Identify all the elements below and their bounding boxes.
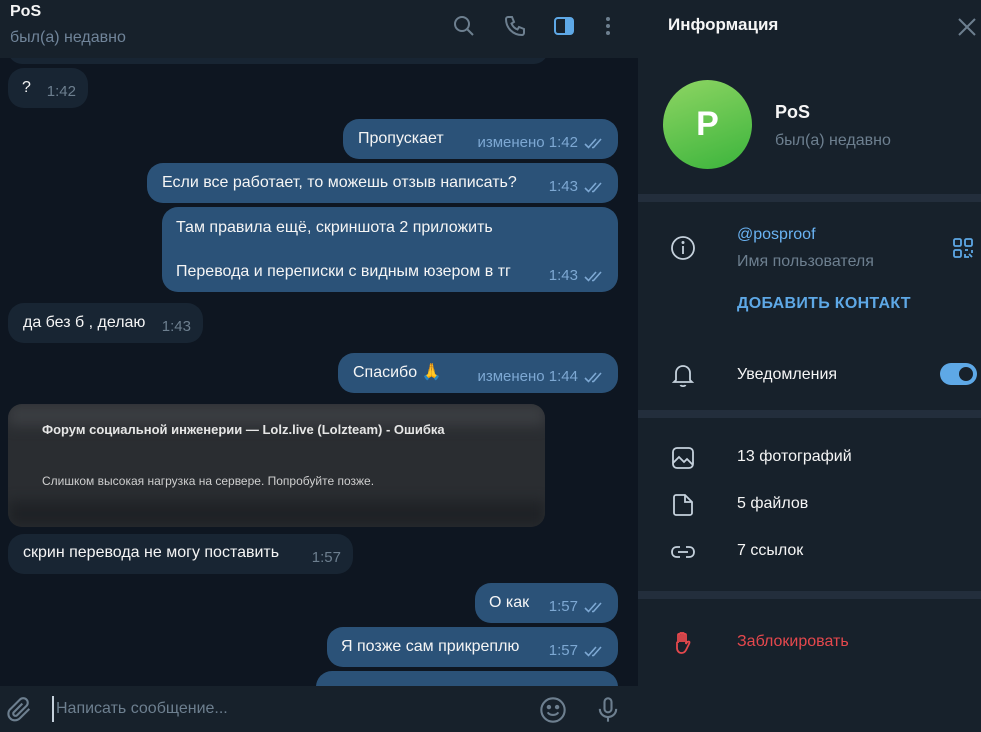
- info-panel: Информация P PoS был(а) недавно @posproo…: [638, 0, 981, 732]
- block-user-button[interactable]: Заблокировать: [737, 633, 849, 651]
- double-check-icon: [584, 138, 602, 149]
- notifications-label: Уведомления: [737, 366, 838, 383]
- username-caption: Имя пользователя: [737, 253, 874, 270]
- message-time: 1:57: [311, 549, 341, 566]
- message-bubble-outgoing[interactable]: Спасибо 🙏 изменено 1:44: [338, 353, 618, 393]
- add-contact-button[interactable]: ДОБАВИТЬ КОНТАКТ: [737, 295, 911, 313]
- screenshot-attachment[interactable]: Форум социальной инженерии — Lolz.live (…: [8, 404, 545, 527]
- message-time: 1:43: [549, 266, 606, 286]
- message-time: 1:57: [549, 641, 606, 661]
- profile-name: PoS: [775, 102, 811, 122]
- search-icon[interactable]: [452, 14, 476, 38]
- message-text: скрин перевода не могу поставить: [23, 544, 280, 561]
- more-vertical-icon[interactable]: [596, 14, 620, 38]
- chat-status: был(а) недавно: [10, 29, 126, 46]
- telegram-window: PoS был(а) недавно ? 1:42 Пропускает изм…: [0, 0, 981, 732]
- info-icon: [671, 236, 695, 260]
- double-check-icon: [584, 646, 602, 657]
- double-check-icon: [584, 602, 602, 613]
- message-time: 1:42: [46, 83, 76, 100]
- links-link[interactable]: 7 ссылок: [737, 542, 803, 560]
- message-bubble-outgoing[interactable]: Пропускает изменено 1:42: [343, 119, 618, 159]
- message-bubble-incoming[interactable]: да без б , делаю 1:43: [8, 303, 203, 343]
- photo-icon: [672, 447, 694, 469]
- sidebar-toggle-icon[interactable]: [552, 14, 576, 38]
- message-time: 1:57: [549, 597, 606, 617]
- message-text: Если все работает, то можешь отзыв напис…: [162, 174, 517, 191]
- bell-icon: [671, 365, 695, 388]
- section-divider: [638, 591, 981, 599]
- message-text: Спасибо 🙏: [353, 364, 442, 381]
- message-bubble-outgoing[interactable]: Если все работает, то можешь отзыв напис…: [147, 163, 618, 203]
- message-bubble-incoming[interactable]: скрин перевода не могу поставить 1:57: [8, 534, 353, 574]
- chat-title[interactable]: PoS: [10, 3, 41, 21]
- message-text: Я позже сам прикреплю: [341, 638, 520, 655]
- link-icon: [671, 546, 695, 558]
- message-bubble-outgoing[interactable]: Там правила ещё, скриншота 2 приложить П…: [162, 207, 618, 292]
- emoji-icon[interactable]: [539, 696, 567, 724]
- message-bubble-outgoing[interactable]: Я позже сам прикреплю 1:57: [327, 627, 618, 667]
- qr-code-icon[interactable]: [952, 237, 974, 259]
- section-divider: [638, 194, 981, 202]
- message-text: Пропускает: [358, 130, 444, 147]
- message-text: да без б , делаю: [23, 314, 146, 331]
- message-composer: [0, 686, 638, 732]
- message-text-line: Перевода и переписки с видным юзером в т…: [176, 263, 511, 280]
- message-input[interactable]: [52, 696, 512, 722]
- block-hand-icon: [676, 631, 691, 654]
- close-icon[interactable]: [956, 16, 978, 38]
- message-text: О как: [489, 594, 530, 611]
- message-time: 1:43: [161, 318, 191, 335]
- file-icon: [673, 494, 693, 516]
- photos-link[interactable]: 13 фотографий: [737, 448, 852, 466]
- message-time: изменено 1:42: [477, 133, 606, 153]
- phone-icon[interactable]: [503, 14, 527, 38]
- files-link[interactable]: 5 файлов: [737, 495, 808, 513]
- message-time: изменено 1:44: [477, 367, 606, 387]
- section-divider: [638, 410, 981, 418]
- notifications-toggle[interactable]: [940, 363, 977, 385]
- message-bubble-incoming[interactable]: ? 1:42: [8, 68, 88, 108]
- double-check-icon: [584, 182, 602, 193]
- message-bubble-outgoing[interactable]: О как 1:57: [475, 583, 618, 623]
- message-text: ?: [22, 79, 31, 96]
- chat-pane: PoS был(а) недавно ? 1:42 Пропускает изм…: [0, 0, 638, 732]
- profile-status: был(а) недавно: [775, 132, 891, 149]
- message-bubble-cut[interactable]: [8, 58, 548, 64]
- screenshot-title: Форум социальной инженерии — Lolz.live (…: [42, 422, 445, 437]
- microphone-icon[interactable]: [594, 696, 622, 724]
- avatar[interactable]: P: [663, 80, 752, 169]
- message-time: 1:43: [549, 177, 606, 197]
- message-list[interactable]: ? 1:42 Пропускает изменено 1:42 Если все…: [0, 58, 638, 686]
- double-check-icon: [584, 271, 602, 282]
- message-bubble-cut[interactable]: [316, 671, 618, 686]
- double-check-icon: [584, 372, 602, 383]
- chat-header: PoS был(а) недавно: [0, 0, 638, 58]
- info-title: Информация: [668, 15, 779, 34]
- message-text-line: Там правила ещё, скриншота 2 приложить: [176, 219, 493, 236]
- paperclip-icon[interactable]: [6, 696, 34, 724]
- username-link[interactable]: @posproof: [737, 226, 816, 244]
- screenshot-text: Слишком высокая нагрузка на сервере. Поп…: [42, 474, 375, 488]
